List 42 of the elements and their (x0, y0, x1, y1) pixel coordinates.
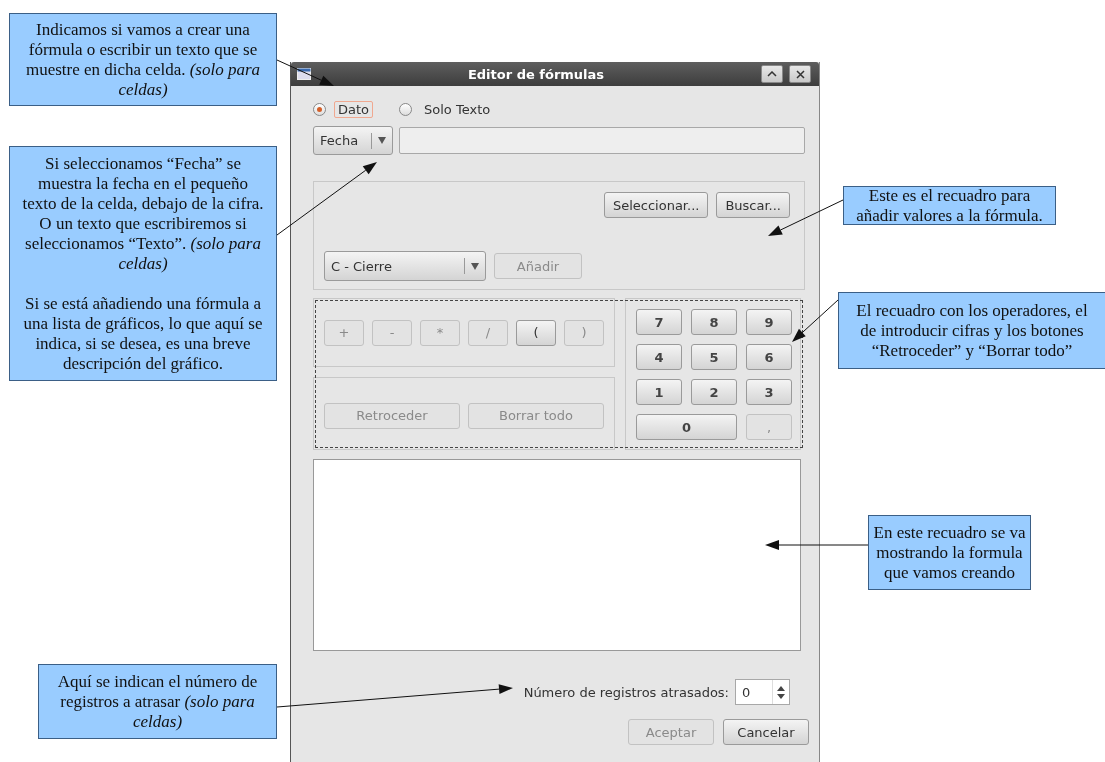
radio-button[interactable] (399, 102, 413, 116)
radio-label: Solo Texto (423, 100, 492, 118)
callout-text: Este es el recuadro para añadir valores a la fórmula. (855, 185, 1044, 226)
callout-text: Si se está añadiendo una fórmula a una lista de gráficos, lo que aquí se indica, si se desea, es una breve descripción del gráfico. (22, 293, 264, 374)
keypad-button[interactable]: 6 (746, 344, 792, 370)
operator-button[interactable]: ( (516, 319, 556, 346)
callout-text: Aquí se indican el número de registros a atrasar (solo para celdas) (56, 671, 259, 732)
action-button[interactable]: Buscar... (716, 192, 790, 218)
radio-label: Dato (334, 100, 374, 118)
keypad-button[interactable]: 0 (636, 414, 737, 440)
spinner-label: Número de registros atrasados: (523, 684, 729, 700)
dropdown[interactable]: C - Cierre (324, 251, 486, 281)
keypad-button[interactable]: 4 (636, 344, 682, 370)
callout-text: El recuadro con los operadores, el de introducir cifras y los botones “Retroceder” y “Borrar todo” (855, 300, 1089, 361)
close-button[interactable] (789, 65, 811, 83)
down-arrow-icon[interactable] (777, 693, 785, 699)
close-icon (795, 69, 805, 79)
callout-text: En este recuadro se va mostrando la formula que vamos creando (872, 522, 1027, 583)
caret-up-icon (767, 71, 777, 77)
radio-button[interactable] (313, 102, 326, 116)
action-button[interactable]: Seleccionar... (603, 192, 709, 218)
caret-icon (471, 262, 479, 270)
callout-arrow (792, 299, 839, 342)
caret-icon (378, 137, 386, 144)
number-spinner[interactable]: 0 (735, 679, 790, 705)
up-arrow-icon[interactable] (777, 685, 785, 691)
callout-text: Indicamos si vamos a crear una fórmula o escribir un texto que se muestre en dicha celda. (solo para celdas) (24, 19, 262, 100)
dropdown[interactable]: Fecha (313, 126, 393, 155)
callout-text: Si seleccionamos “Fecha” se muestra la fecha en el pequeño texto de la celda, debajo de la cifra. O un texto que escribiremos si seleccionamos “Texto”. (solo para celdas) (21, 153, 265, 274)
keypad-button[interactable]: 3 (746, 379, 792, 405)
keypad-button[interactable]: 7 (636, 309, 682, 335)
dialog-button[interactable]: Cancelar (723, 719, 809, 745)
window-icon (297, 68, 311, 80)
keypad-button[interactable]: 2 (691, 379, 737, 405)
keypad-button[interactable]: 9 (746, 309, 792, 335)
window-title: Editor de fórmulas (466, 66, 606, 82)
text-field[interactable] (399, 127, 805, 154)
maximize-button[interactable] (761, 65, 783, 83)
keypad-button[interactable]: 8 (691, 309, 737, 335)
callout-arrow (276, 59, 334, 86)
keypad-button[interactable]: 1 (636, 379, 682, 405)
keypad-button[interactable]: 5 (691, 344, 737, 370)
